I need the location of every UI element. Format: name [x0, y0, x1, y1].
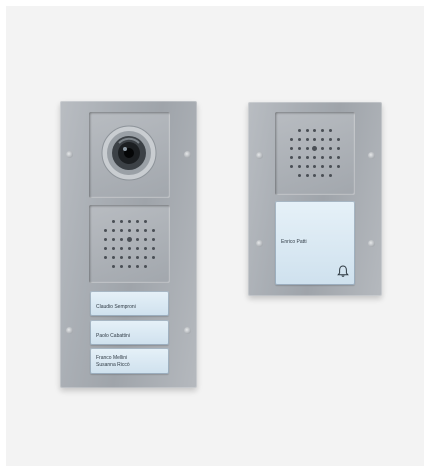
speaker-grille — [89, 205, 170, 283]
nameplate-text: Susanna Riccò — [96, 362, 130, 368]
screw — [66, 327, 73, 334]
bell-icon — [337, 265, 349, 277]
call-button-nameplate[interactable]: Enrico Patti — [275, 201, 355, 285]
video-door-entry-panel: Claudio Semproni Paolo Cabattini Franco … — [60, 101, 197, 388]
screw — [66, 151, 73, 158]
call-button-nameplate[interactable]: Claudio Semproni — [90, 291, 169, 316]
nameplate-text: Enrico Patti — [281, 239, 307, 245]
screw — [256, 240, 263, 247]
screw — [368, 240, 375, 247]
nameplate-text: Franco Mellini — [96, 355, 128, 361]
screw — [184, 151, 191, 158]
audio-door-entry-panel: Enrico Patti — [248, 102, 382, 296]
screw — [256, 152, 263, 159]
call-button-nameplate[interactable]: Paolo Cabattini — [90, 320, 169, 345]
camera-module — [89, 112, 170, 198]
screw — [368, 152, 375, 159]
nameplate-text: Paolo Cabattini — [96, 333, 130, 339]
screw — [184, 327, 191, 334]
nameplate-text: Claudio Semproni — [96, 304, 136, 310]
camera-icon — [101, 125, 157, 181]
speaker-grille — [275, 112, 355, 195]
call-button-nameplate[interactable]: Franco Mellini Susanna Riccò — [90, 348, 169, 374]
